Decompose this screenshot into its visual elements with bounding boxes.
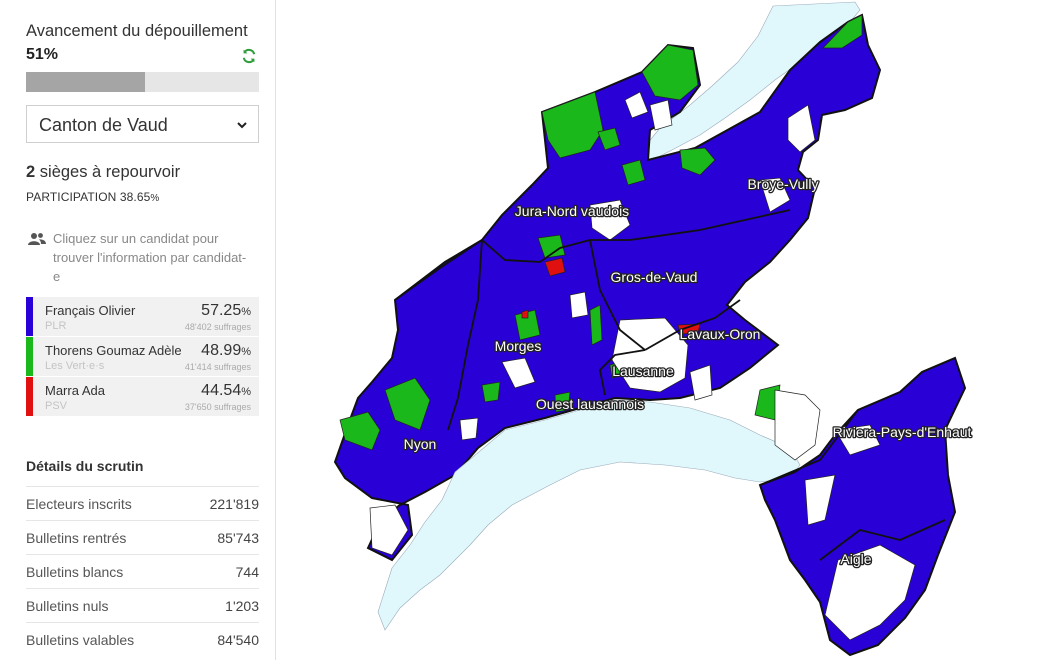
candidate-votes: 37'650 suffrages	[184, 402, 251, 412]
canton-map-svg[interactable]: Jura-Nord vaudois Broye-Vully Gros-de-Vaud…	[280, 0, 1039, 660]
detail-row: Bulletins blancs 744	[26, 554, 259, 588]
detail-value: 85'743	[217, 530, 259, 546]
candidate-percent: 57.25%	[201, 302, 251, 319]
district-label: Jura-Nord vaudois	[515, 203, 629, 219]
candidate-name: Thorens Goumaz Adèle	[45, 343, 182, 358]
candidate-row[interactable]: Marra Ada PSV 44.54% 37'650 suffrages	[26, 377, 259, 417]
candidate-row[interactable]: Thorens Goumaz Adèle Les Vert·e·s 48.99%…	[26, 337, 259, 377]
district-label: Riviera-Pays-d'Enhaut	[833, 424, 972, 440]
district-label: Lausanne	[612, 363, 674, 379]
results-sidebar: Avancement du dépouillement 51% Canton d…	[10, 0, 276, 660]
district-label: Broye-Vully	[747, 176, 818, 192]
candidate-color-bar	[26, 377, 33, 416]
region-select-value: Canton de Vaud	[39, 115, 168, 135]
detail-label: Bulletins valables	[26, 632, 135, 648]
progress-title: Avancement du dépouillement	[26, 22, 248, 40]
candidate-party: PSV	[45, 400, 68, 412]
detail-row: Bulletins valables 84'540	[26, 622, 259, 656]
district-label: Lavaux-Oron	[680, 326, 761, 342]
uncounted-municipality[interactable]	[569, 291, 589, 319]
detail-value: 1'203	[225, 598, 259, 614]
detail-label: Electeurs inscrits	[26, 496, 132, 512]
candidate-percent: 44.54%	[201, 382, 251, 399]
candidate-percent: 48.99%	[201, 342, 251, 359]
users-icon	[28, 232, 46, 246]
detail-value: 221'819	[209, 496, 259, 512]
candidate-votes: 41'414 suffrages	[184, 362, 251, 372]
candidate-party: Les Vert·e·s	[45, 360, 105, 372]
progress-bar	[26, 72, 259, 92]
candidate-hint: Cliquez sur un candidat pour trouver l'i…	[53, 231, 247, 284]
uncounted-municipality[interactable]	[774, 389, 821, 461]
participation: PARTICIPATION 38.65%	[26, 190, 259, 204]
detail-label: Bulletins nuls	[26, 598, 109, 614]
candidate-color-bar	[26, 297, 33, 336]
seats-text: sièges à repourvoir	[35, 163, 181, 181]
detail-row: Bulletins nuls 1'203	[26, 588, 259, 622]
progress-value: 51%	[26, 46, 59, 63]
district-label: Ouest lausannois	[536, 396, 644, 412]
results-map[interactable]: Jura-Nord vaudois Broye-Vully Gros-de-Vaud…	[280, 0, 1039, 660]
seats-info: 2 sièges à repourvoir	[26, 163, 259, 182]
district-label: Aigle	[840, 551, 871, 567]
candidate-name: Marra Ada	[45, 383, 105, 398]
district-label: Morges	[495, 338, 542, 354]
chevron-down-icon	[236, 118, 248, 130]
participation-unit: %	[150, 193, 160, 204]
candidate-name: Français Olivier	[45, 303, 136, 318]
candidate-party: PLR	[45, 320, 67, 332]
detail-label: Bulletins blancs	[26, 564, 124, 580]
refresh-icon[interactable]	[241, 48, 257, 64]
district-label: Gros-de-Vaud	[611, 269, 698, 285]
detail-row: Electeurs inscrits 221'819	[26, 486, 259, 520]
detail-value: 744	[235, 564, 259, 580]
details-title: Détails du scrutin	[26, 458, 144, 474]
participation-label: PARTICIPATION 38.65	[26, 190, 151, 204]
uncounted-municipality[interactable]	[459, 417, 479, 441]
district-label: Nyon	[404, 436, 437, 452]
green-municipality[interactable]	[481, 381, 501, 403]
progress-bar-fill	[26, 72, 145, 92]
candidate-votes: 48'402 suffrages	[184, 322, 251, 332]
region-select[interactable]: Canton de Vaud	[26, 105, 259, 143]
detail-row: Bulletins rentrés 85'743	[26, 520, 259, 554]
detail-value: 84'540	[217, 632, 259, 648]
seats-count: 2	[26, 163, 36, 181]
green-municipality[interactable]	[589, 304, 603, 346]
detail-label: Bulletins rentrés	[26, 530, 127, 546]
candidate-row[interactable]: Français Olivier PLR 57.25% 48'402 suffr…	[26, 297, 259, 337]
candidate-color-bar	[26, 337, 33, 376]
